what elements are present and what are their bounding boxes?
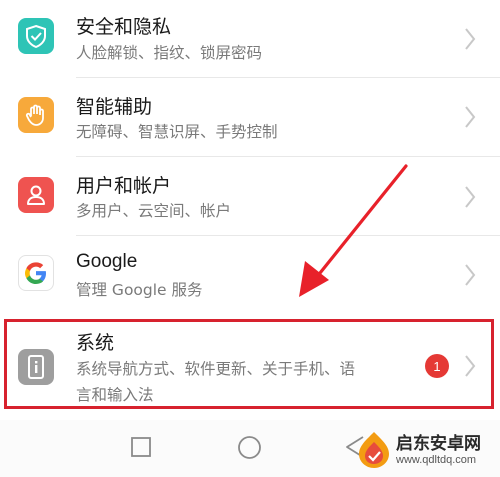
- item-subtitle: 人脸解锁、指纹、锁屏密码: [76, 44, 263, 62]
- settings-item-security-privacy[interactable]: 安全和隐私 人脸解锁、指纹、锁屏密码: [0, 0, 500, 78]
- user-icon: [18, 177, 54, 213]
- chevron-right-icon: [465, 28, 476, 50]
- watermark-logo-icon: [359, 432, 389, 468]
- settings-item-google[interactable]: Google 管理 Google 服务: [0, 236, 500, 316]
- home-button[interactable]: [237, 435, 262, 460]
- recent-apps-button[interactable]: [130, 436, 152, 458]
- item-subtitle: 管理 Google 服务: [76, 281, 203, 299]
- settings-item-users-accounts[interactable]: 用户和帐户 多用户、云空间、帐户: [0, 157, 500, 236]
- watermark-url: www.qdltdq.com: [396, 453, 477, 466]
- item-subtitle: 无障碍、智慧识屏、手势控制: [76, 123, 278, 141]
- watermark-name: 启东安卓网: [396, 433, 481, 454]
- item-title: 智能辅助: [76, 96, 153, 118]
- shield-check-icon: [18, 18, 54, 54]
- watermark: 启东安卓网 www.qdltdq.com: [356, 427, 496, 473]
- item-subtitle: 多用户、云空间、帐户: [76, 202, 232, 220]
- highlight-box: [4, 319, 494, 409]
- google-icon: [18, 255, 54, 291]
- hand-icon: [18, 97, 54, 133]
- chevron-right-icon: [465, 186, 476, 208]
- item-title: Google: [76, 251, 138, 272]
- chevron-right-icon: [465, 106, 476, 128]
- item-title: 安全和隐私: [76, 16, 172, 38]
- item-title: 用户和帐户: [76, 175, 172, 197]
- chevron-right-icon: [465, 264, 476, 286]
- settings-item-smart-assist[interactable]: 智能辅助 无障碍、智慧识屏、手势控制: [0, 78, 500, 157]
